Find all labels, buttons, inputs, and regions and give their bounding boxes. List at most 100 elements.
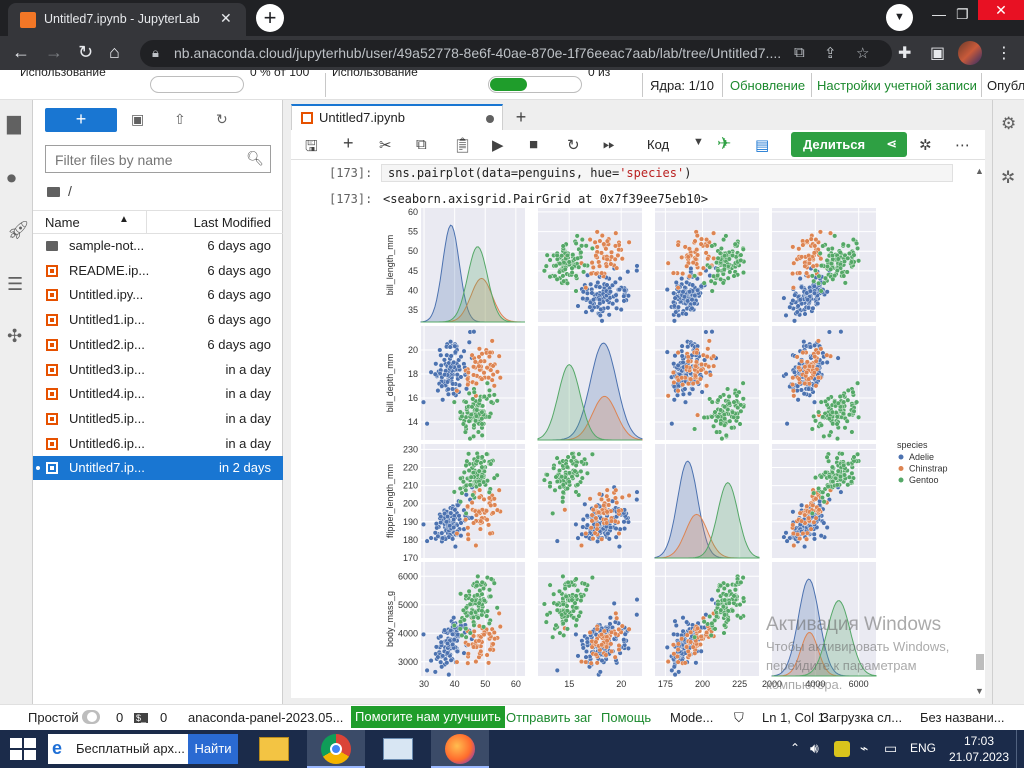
- cut-icon[interactable]: ✂: [379, 136, 392, 154]
- property-inspector-gear-icon[interactable]: ⚙: [1001, 114, 1016, 134]
- restore-icon[interactable]: ❐: [956, 6, 969, 23]
- notebook-scrollbar[interactable]: ▲ ▼: [973, 166, 985, 696]
- document-name[interactable]: Без названи...: [920, 710, 1005, 725]
- new-folder-icon[interactable]: ▣: [131, 111, 144, 128]
- new-tab-plus-button[interactable]: +: [509, 106, 533, 128]
- new-launcher-button[interactable]: +: [45, 108, 117, 132]
- file-row[interactable]: Untitled4.ip... in a day: [33, 382, 283, 406]
- reload-icon[interactable]: ↻: [78, 42, 93, 63]
- unsaved-indicator-icon[interactable]: [486, 115, 494, 123]
- cell-type-select[interactable]: Код: [647, 137, 669, 152]
- update-link[interactable]: Обновление: [730, 78, 805, 93]
- file-name[interactable]: Untitled7.ip...: [69, 460, 145, 475]
- translate-icon[interactable]: ⧉: [794, 44, 805, 61]
- paste-icon[interactable]: 📋︎: [453, 136, 472, 154]
- code-cell-editor[interactable]: sns.pairplot(data=penguins, hue='species…: [381, 164, 953, 182]
- show-desktop-button[interactable]: [1016, 730, 1024, 768]
- file-name[interactable]: Untitled3.ip...: [69, 362, 145, 377]
- scrollbar-thumb[interactable]: [976, 654, 984, 670]
- windows-start-icon[interactable]: [10, 738, 38, 760]
- save-icon[interactable]: 🖫︎: [305, 136, 318, 161]
- help-improve-button[interactable]: Помогите нам улучшить: [351, 706, 505, 728]
- stop-icon[interactable]: ■: [529, 136, 538, 153]
- extension-puzzle-icon[interactable]: ✣: [7, 326, 22, 347]
- editor-mode[interactable]: Mode...: [670, 710, 713, 725]
- scroll-down-icon[interactable]: ▼: [975, 686, 984, 696]
- chrome-taskbar-icon[interactable]: [307, 730, 365, 768]
- notebook-tab[interactable]: Untitled7.ipynb: [291, 104, 503, 131]
- share-button[interactable]: Делиться ⋖: [791, 132, 907, 157]
- debugger-icon[interactable]: ✲: [919, 136, 932, 154]
- file-row[interactable]: Untitled1.ip... 6 days ago: [33, 308, 283, 332]
- modified-column-header[interactable]: Last Modified: [194, 215, 271, 230]
- file-row[interactable]: Untitled2.ip... 6 days ago: [33, 333, 283, 357]
- file-name[interactable]: README.ip...: [69, 263, 149, 278]
- extensions-icon[interactable]: ✚: [898, 43, 911, 63]
- report-link[interactable]: Отправить заг: [506, 710, 592, 725]
- profile-avatar[interactable]: [958, 41, 982, 65]
- publish-link[interactable]: Опубл: [987, 78, 1024, 93]
- file-row[interactable]: Untitled3.ip... in a day: [33, 358, 283, 382]
- panel-version[interactable]: anaconda-panel-2023.05...: [188, 710, 343, 725]
- restart-icon[interactable]: ↻: [567, 136, 580, 154]
- tray-chevron-icon[interactable]: ⌃: [790, 741, 800, 755]
- file-name[interactable]: Untitled6.ip...: [69, 436, 145, 451]
- file-name[interactable]: sample-not...: [69, 238, 144, 253]
- folder-icon[interactable]: ▇: [7, 114, 21, 135]
- omnibox[interactable]: 🔒︎ nb.anaconda.cloud/jupyterhub/user/49a…: [140, 40, 892, 67]
- simple-mode-toggle[interactable]: [82, 710, 100, 724]
- file-row[interactable]: Untitled7.ip... in 2 days: [33, 456, 283, 481]
- account-settings-link[interactable]: Настройки учетной записи: [817, 78, 977, 93]
- browser-menu-icon[interactable]: ⋮: [996, 43, 1012, 63]
- task-manager-taskbar-icon[interactable]: [369, 730, 427, 768]
- run-icon[interactable]: ▶: [492, 136, 504, 154]
- back-icon[interactable]: ←: [12, 42, 30, 63]
- terminals-count[interactable]: 0: [116, 710, 123, 725]
- bookmark-star-icon[interactable]: ☆: [856, 44, 869, 62]
- file-name[interactable]: Untitled2.ip...: [69, 337, 145, 352]
- taskbar-clock[interactable]: 17:03 21.07.2023: [946, 733, 1012, 765]
- file-row[interactable]: Untitled.ipy... 6 days ago: [33, 283, 283, 307]
- forward-icon[interactable]: →: [45, 42, 63, 63]
- minimize-icon[interactable]: —: [932, 6, 946, 22]
- chevron-down-icon[interactable]: ▼: [693, 136, 704, 148]
- tab-search-button[interactable]: ▼: [886, 4, 913, 31]
- side-panel-icon[interactable]: ▣: [930, 43, 945, 63]
- deploy-rocket-icon[interactable]: ✈: [717, 134, 731, 154]
- display-icon[interactable]: ▭: [884, 740, 897, 757]
- new-tab-button[interactable]: +: [256, 4, 284, 32]
- toc-list-icon[interactable]: ☰: [7, 274, 23, 295]
- help-link[interactable]: Помощь: [601, 710, 651, 725]
- fast-forward-icon[interactable]: ⏩︎: [603, 136, 615, 153]
- copy-icon[interactable]: ⧉: [416, 136, 427, 153]
- file-explorer-taskbar-icon[interactable]: [245, 730, 303, 768]
- tray-app-icon[interactable]: [834, 741, 850, 757]
- scroll-up-icon[interactable]: ▲: [975, 166, 984, 176]
- close-tab-icon[interactable]: ✕: [220, 10, 232, 27]
- name-column-header[interactable]: Name: [45, 215, 80, 230]
- file-row[interactable]: Untitled5.ip... in a day: [33, 407, 283, 431]
- lock-icon[interactable]: 🔒︎: [152, 45, 159, 61]
- kernels-count-status[interactable]: 0: [160, 710, 167, 725]
- upload-icon[interactable]: ⇧: [174, 111, 186, 128]
- file-row[interactable]: sample-not... 6 days ago: [33, 234, 283, 258]
- volume-icon[interactable]: 🔊︎: [810, 740, 819, 757]
- filter-files-input[interactable]: Filter files by name 🔍︎: [45, 145, 271, 173]
- taskbar-search-box[interactable]: e Бесплатный арх...: [48, 734, 188, 764]
- file-name[interactable]: Untitled1.ip...: [69, 312, 145, 327]
- debugger-bug-icon[interactable]: ✲: [1001, 168, 1015, 188]
- running-icon[interactable]: ⏺: [7, 168, 16, 189]
- more-icon[interactable]: ⋯: [955, 136, 970, 154]
- rocket-icon[interactable]: 🚀︎: [7, 220, 30, 241]
- browser-tab[interactable]: Untitled7.ipynb - JupyterLab ✕: [8, 3, 246, 36]
- insert-cell-icon[interactable]: +: [343, 133, 354, 154]
- cursor-position[interactable]: Ln 1, Col 1: [762, 710, 825, 725]
- breadcrumb[interactable]: /: [47, 183, 72, 199]
- file-name[interactable]: Untitled5.ip...: [69, 411, 145, 426]
- home-icon[interactable]: ⌂: [109, 42, 120, 63]
- file-row[interactable]: Untitled6.ip... in a day: [33, 432, 283, 456]
- file-row[interactable]: README.ip... 6 days ago: [33, 259, 283, 283]
- language-indicator[interactable]: ENG: [910, 741, 936, 755]
- url-text[interactable]: nb.anaconda.cloud/jupyterhub/user/49a527…: [174, 45, 781, 61]
- close-window-button[interactable]: ✕: [978, 0, 1024, 20]
